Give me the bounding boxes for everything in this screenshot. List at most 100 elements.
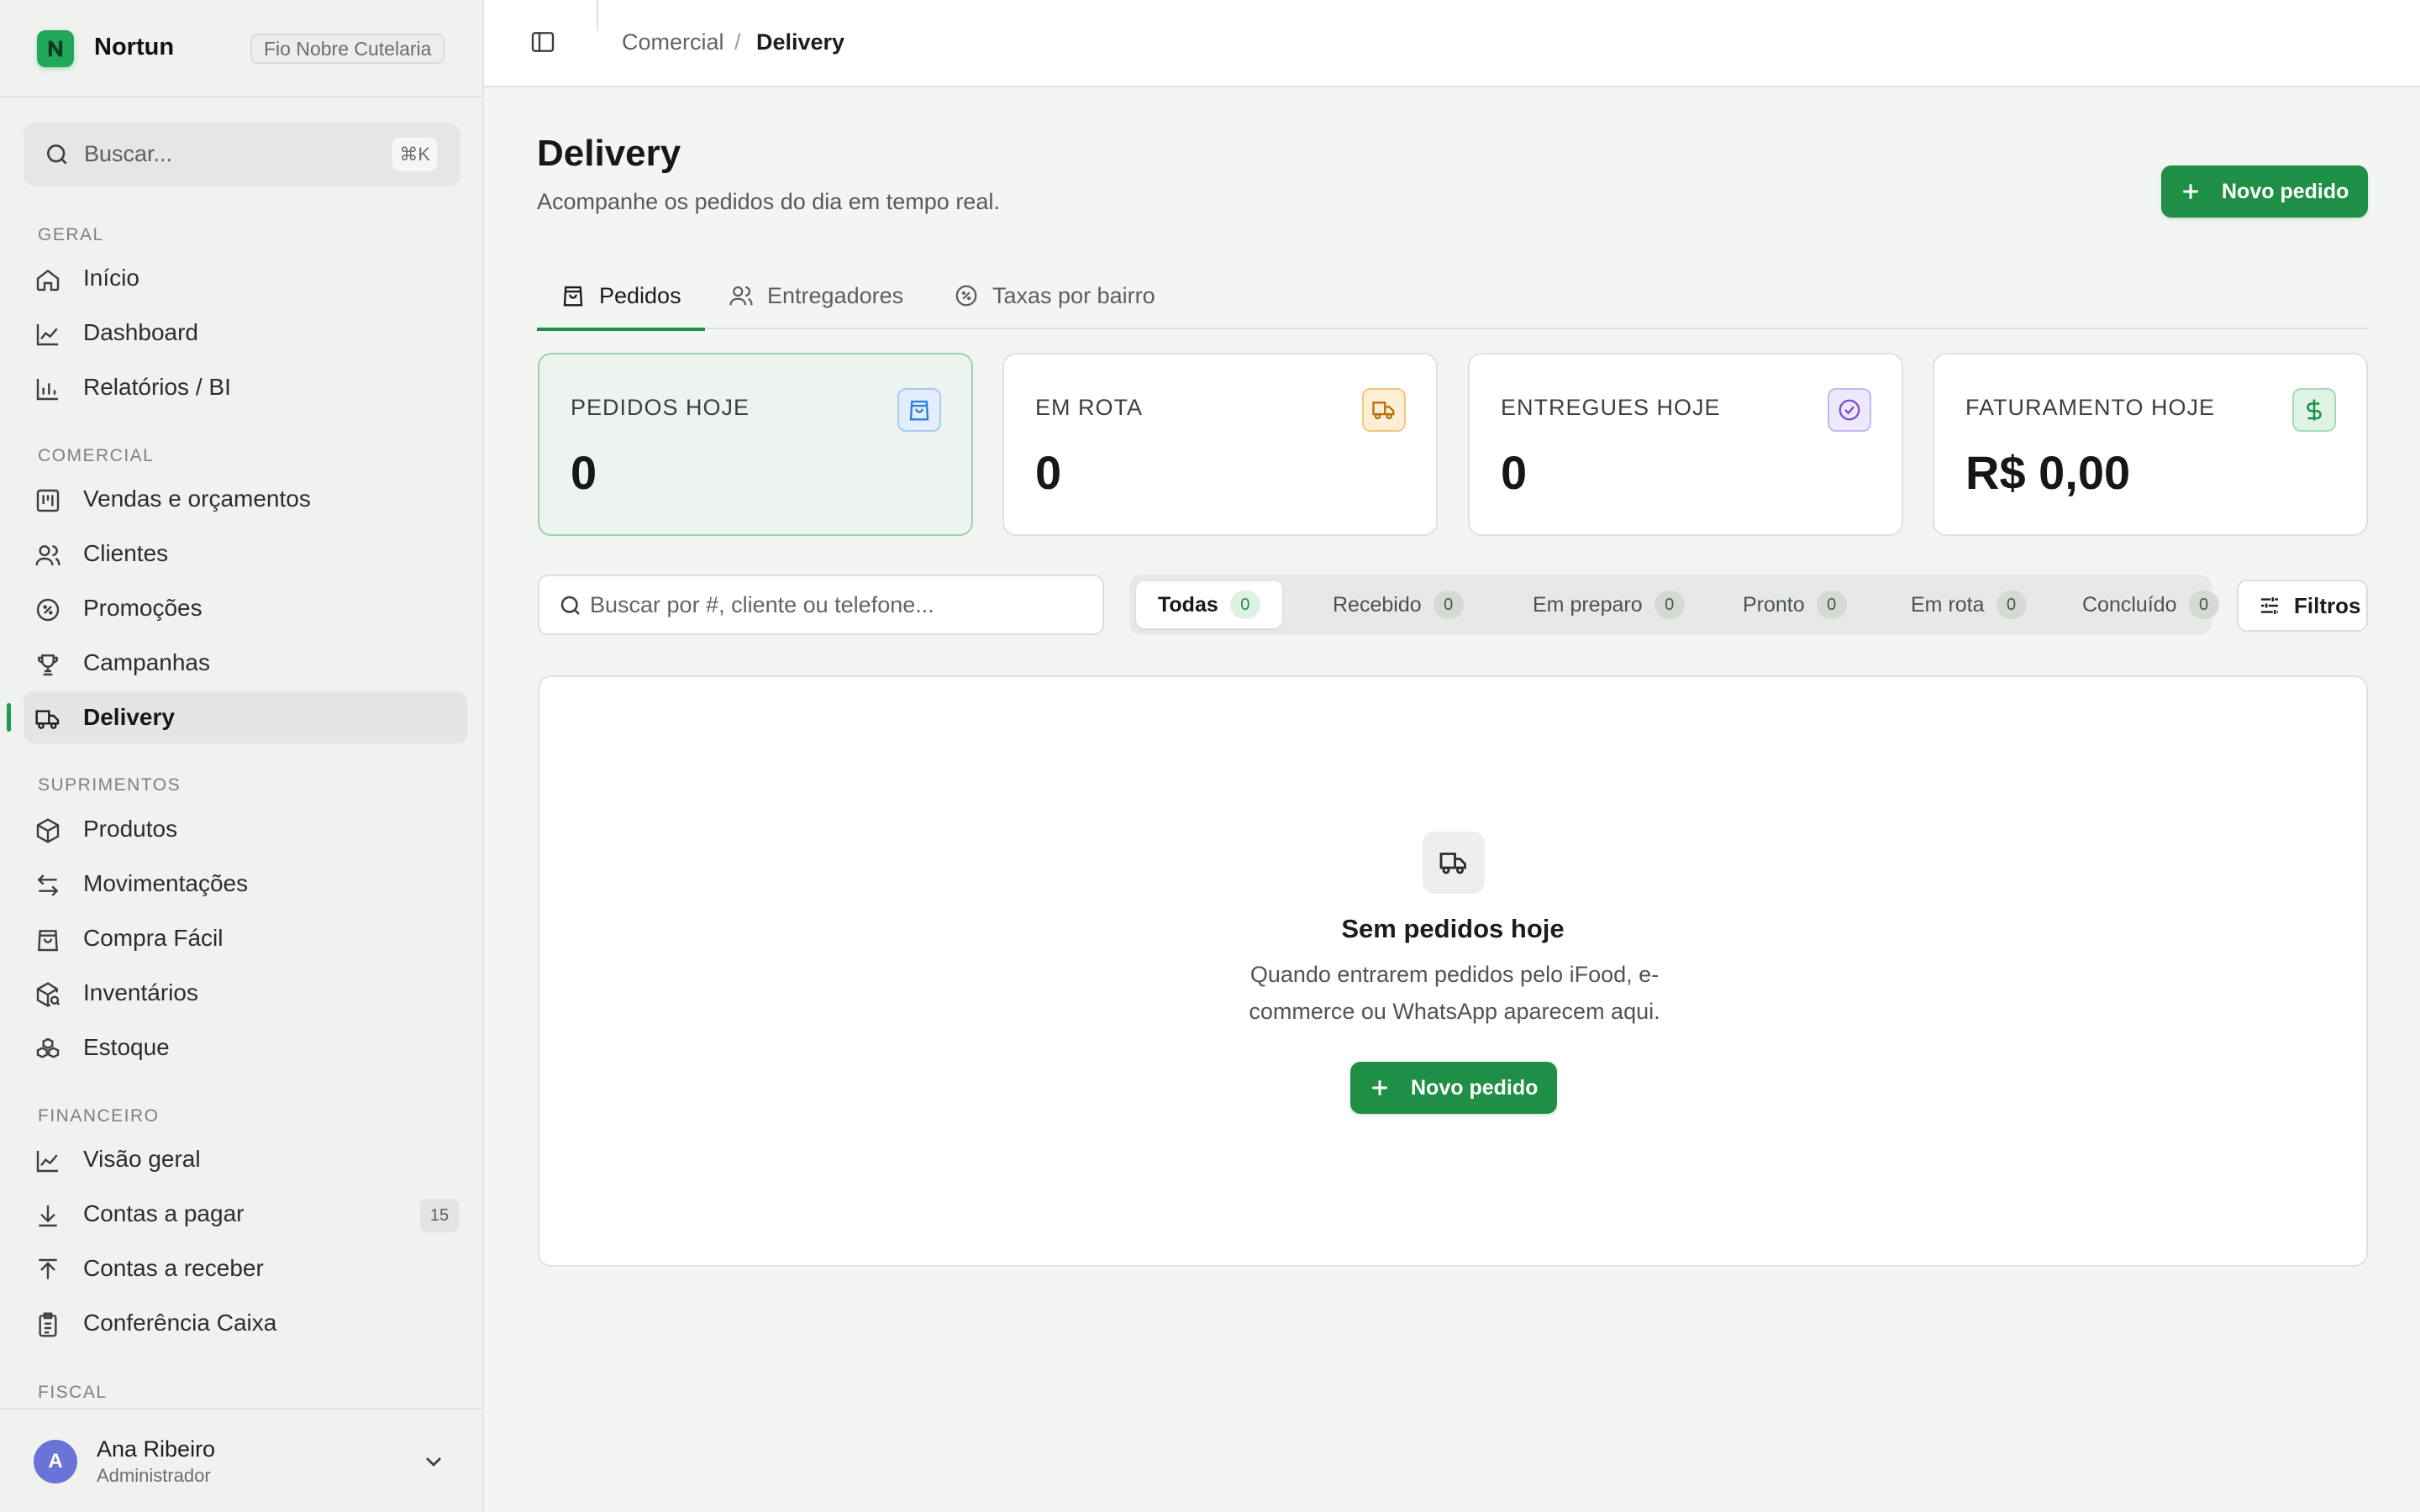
sidebar-item-label: Visão geral [83,1146,201,1172]
sidebar-item-vendas[interactable]: Vendas e orçamentos [24,473,467,525]
company-badge[interactable]: Fio Nobre Cutelaria [250,34,445,64]
sidebar: Nortun Fio Nobre Cutelaria Buscar... ⌘K … [0,0,484,1512]
app-logo-icon[interactable] [37,30,74,67]
filters-button[interactable]: Filtros [2237,580,2368,632]
divider [597,0,598,30]
empty-new-order-button[interactable]: Novo pedido [1350,1062,1557,1114]
breadcrumb-current: Delivery [756,29,845,55]
user-name: Ana Ribeiro [97,1436,216,1462]
sidebar-item-campanhas[interactable]: Campanhas [24,637,467,689]
breadcrumb-separator: / [734,29,741,55]
user-menu[interactable]: A Ana Ribeiro Administrador [0,1408,482,1512]
contas-pagar-count-badge: 15 [420,1199,459,1232]
status-filter-concluido[interactable]: Concluído 0 [2060,581,2241,628]
nav-section-comercial: COMERCIAL [38,446,155,465]
stat-value: R$ 0,00 [1965,446,2131,499]
sidebar-item-label: Compra Fácil [83,925,224,951]
filters-label: Filtros [2294,592,2361,618]
new-order-label: Novo pedido [1411,1075,1539,1100]
sidebar-toggle-icon[interactable] [529,29,556,55]
tab-entregadores[interactable]: Entregadores [729,262,903,329]
boxes-icon [34,1036,61,1063]
status-filter-label: Concluído [2082,592,2177,617]
home-icon [34,266,61,293]
sidebar-item-label: Movimentações [83,870,249,896]
stat-card-faturamento-hoje: FATURAMENTO HOJE R$ 0,00 [1933,353,2368,536]
sidebar-item-produtos[interactable]: Produtos [24,803,467,855]
chevron-down-icon[interactable] [420,1448,447,1475]
line-chart-icon [34,321,61,348]
sidebar-item-label: Delivery [83,704,175,730]
truck-icon [34,706,61,732]
clipboard-icon [34,1311,61,1338]
sidebar-item-label: Conferência Caixa [83,1310,277,1336]
sidebar-item-clientes[interactable]: Clientes [24,528,467,580]
sidebar-item-visao-geral[interactable]: Visão geral [24,1133,467,1185]
sidebar-item-conferencia-caixa[interactable]: Conferência Caixa [24,1297,467,1349]
sidebar-item-dashboard[interactable]: Dashboard [24,307,467,359]
new-order-label: Novo pedido [2222,179,2349,203]
sidebar-item-relatorios[interactable]: Relatórios / BI [24,361,467,413]
bar-chart-icon [34,375,61,402]
stat-label: EM ROTA [1035,395,1143,420]
new-order-button[interactable]: Novo pedido [2161,165,2368,218]
avatar: A [34,1440,77,1483]
orders-empty-state: Sem pedidos hoje Quando entrarem pedidos… [538,675,2368,1267]
nav-section-financeiro: FINANCEIRO [38,1106,160,1126]
top-bar: Comercial / Delivery [484,0,2420,87]
sidebar-item-estoque[interactable]: Estoque [24,1021,467,1074]
sidebar-search-placeholder: Buscar... [84,141,173,166]
order-search-input[interactable] [590,586,1086,623]
tab-pedidos[interactable]: Pedidos [537,262,705,331]
status-filter-em-preparo[interactable]: Em preparo 0 [1511,581,1707,628]
tab-label: Entregadores [767,282,904,308]
tab-label: Pedidos [599,282,681,308]
truck-icon [1362,388,1406,432]
sidebar-search[interactable]: Buscar... ⌘K [24,123,460,186]
sidebar-item-label: Campanhas [83,649,210,675]
sidebar-item-contas-receber[interactable]: Contas a receber [24,1242,467,1294]
percent-badge-icon [34,596,61,623]
users-icon [34,542,61,569]
nav-section-geral: GERAL [38,225,104,244]
empty-state-title: Sem pedidos hoje [1341,914,1565,943]
stat-label: PEDIDOS HOJE [571,395,750,420]
sidebar-item-inicio[interactable]: Início [24,252,467,304]
sidebar-item-label: Contas a receber [83,1255,264,1281]
tab-label: Taxas por bairro [992,282,1155,308]
status-filter-label: Pronto [1743,592,1805,617]
shopping-bag-icon [560,283,586,308]
search-icon [558,593,583,618]
sidebar-item-compra-facil[interactable]: Compra Fácil [24,912,467,964]
search-shortcut: ⌘K [392,138,437,171]
order-search[interactable] [538,575,1104,635]
sidebar-item-movimentacoes[interactable]: Movimentações [24,858,467,910]
sidebar-item-label: Contas a pagar [83,1200,245,1226]
download-icon [34,1202,61,1229]
kanban-icon [34,487,61,514]
status-filter-group: Todas 0 Recebido 0 Em preparo 0 Pronto 0… [1129,575,2219,635]
page-subtitle: Acompanhe os pedidos do dia em tempo rea… [537,189,1000,214]
sliders-icon [2257,593,2282,618]
sidebar-item-label: Início [83,265,139,291]
nav-section-fiscal: FISCAL [38,1383,108,1402]
breadcrumb-parent[interactable]: Comercial [622,29,724,55]
brand-header: Nortun Fio Nobre Cutelaria [0,0,482,97]
sidebar-item-label: Dashboard [83,319,198,345]
status-count-badge: 0 [1229,591,1260,619]
status-filter-todas[interactable]: Todas 0 [1136,581,1282,628]
shopping-bag-icon [897,388,941,432]
sidebar-item-label: Relatórios / BI [83,374,231,400]
line-chart-icon [34,1147,61,1174]
upload-icon [34,1257,61,1284]
sidebar-item-delivery[interactable]: Delivery [7,691,467,743]
sidebar-item-contas-pagar[interactable]: Contas a pagar 15 [24,1188,467,1240]
status-count-badge: 0 [2188,591,2219,619]
status-filter-pronto[interactable]: Pronto 0 [1721,581,1869,628]
status-filter-em-rota[interactable]: Em rota 0 [1889,581,2049,628]
tab-taxas-por-bairro[interactable]: Taxas por bairro [954,262,1155,329]
sidebar-item-promocoes[interactable]: Promoções [24,582,467,634]
sidebar-item-label: Clientes [83,540,169,566]
status-filter-recebido[interactable]: Recebido 0 [1311,581,1486,628]
sidebar-item-inventarios[interactable]: Inventários [24,967,467,1019]
